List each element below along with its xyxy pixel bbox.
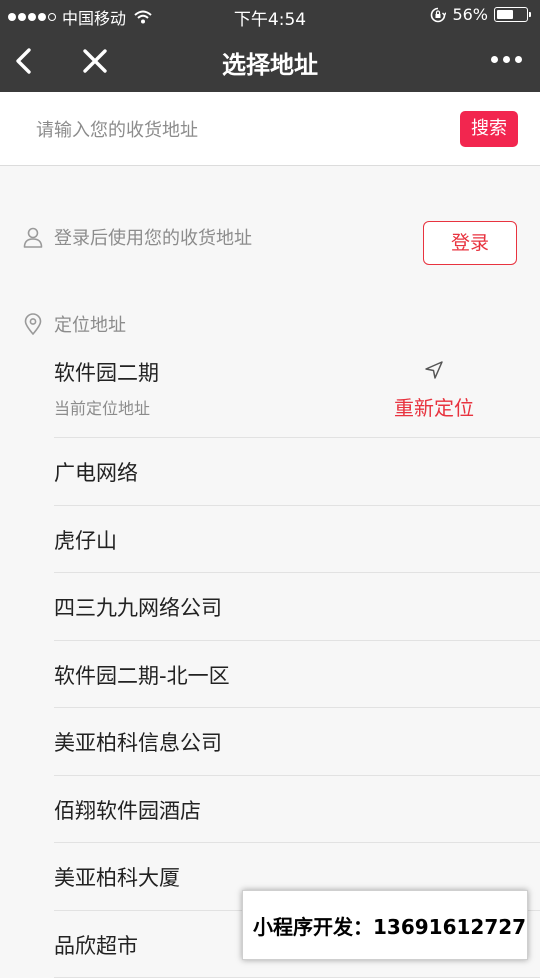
watermark-banner: 小程序开发：13691612727 — [242, 890, 528, 960]
address-item-label: 品欣超市 — [54, 930, 138, 960]
watermark-text: 小程序开发：13691612727 — [253, 911, 526, 940]
address-item-label: 广电网络 — [54, 457, 138, 487]
location-section-title: 定位地址 — [54, 311, 126, 337]
rotation-lock-icon — [430, 7, 446, 23]
address-item-label: 美亚柏科大厦 — [54, 862, 180, 892]
address-item[interactable]: 虎仔山 — [54, 506, 540, 574]
battery-level — [497, 10, 513, 19]
navigation-arrow-icon — [424, 360, 444, 380]
address-item-label: 软件园二期-北一区 — [54, 660, 230, 690]
status-bar: 中国移动 下午4:54 56% — [0, 0, 540, 30]
page-title: 选择地址 — [0, 45, 540, 80]
relocate-label: 重新定位 — [394, 392, 474, 421]
status-right: 56% — [430, 5, 528, 24]
address-item-label: 美亚柏科信息公司 — [54, 727, 222, 757]
location-pin-icon — [22, 313, 44, 335]
address-item[interactable]: 软件园二期-北一区 — [54, 641, 540, 709]
address-item-label: 佰翔软件园酒店 — [54, 795, 201, 825]
search-bar: 搜索 — [0, 92, 540, 166]
relocate-button[interactable]: 重新定位 — [394, 356, 484, 420]
address-item-label: 四三九九网络公司 — [54, 592, 222, 622]
address-item[interactable]: 美亚柏科信息公司 — [54, 708, 540, 776]
battery-icon — [494, 7, 528, 22]
user-icon — [22, 226, 44, 248]
more-dot — [515, 56, 522, 63]
address-item-label: 虎仔山 — [54, 525, 117, 555]
address-item[interactable]: 佰翔软件园酒店 — [54, 776, 540, 844]
login-row: 登录后使用您的收货地址 登录 — [0, 216, 540, 276]
more-dot — [491, 56, 498, 63]
address-item[interactable]: 四三九九网络公司 — [54, 573, 540, 641]
more-dots-icon[interactable] — [491, 56, 522, 63]
nav-bar: 选择地址 — [0, 30, 540, 92]
current-location-name: 软件园二期 — [54, 357, 159, 387]
current-location-sub: 当前定位地址 — [54, 395, 150, 419]
search-button[interactable]: 搜索 — [460, 111, 518, 147]
address-item[interactable]: 广电网络 — [54, 438, 540, 506]
battery-percent: 56% — [452, 5, 488, 24]
more-dot — [503, 56, 510, 63]
login-button[interactable]: 登录 — [423, 221, 517, 265]
login-hint: 登录后使用您的收货地址 — [54, 224, 252, 250]
current-location[interactable]: 软件园二期 当前定位地址 重新定位 — [54, 354, 540, 438]
location-section-header: 定位地址 — [0, 310, 540, 338]
search-input[interactable] — [34, 114, 438, 146]
